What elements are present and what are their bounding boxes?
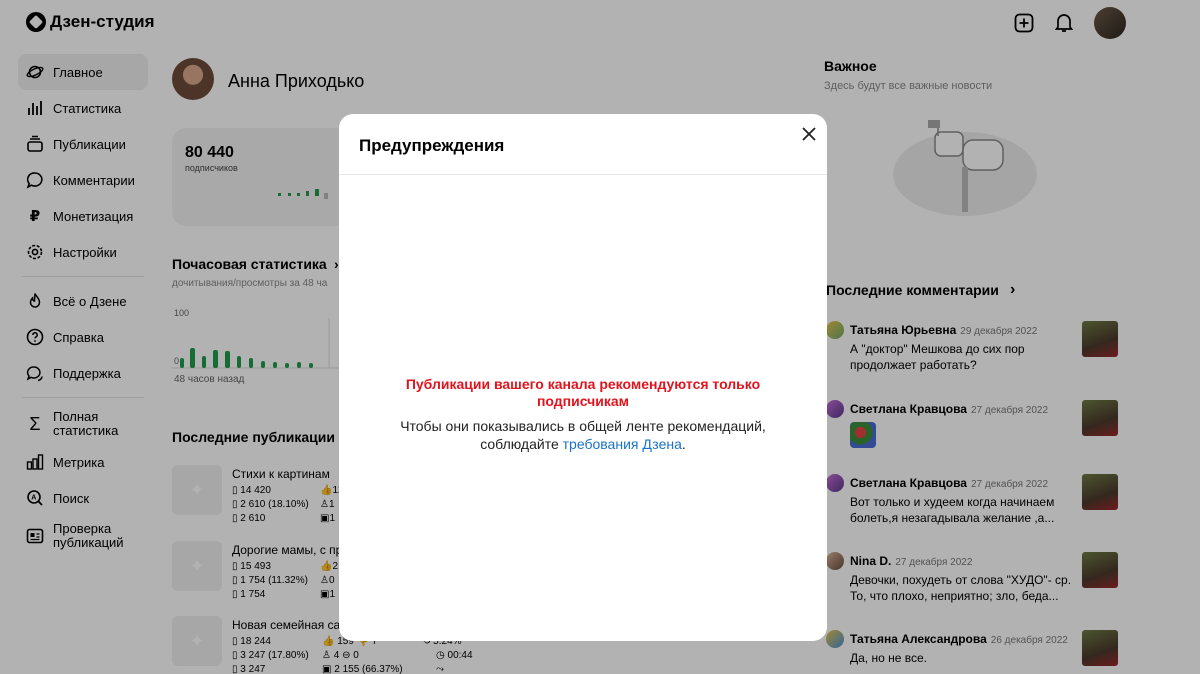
warnings-modal: Предупреждения Публикации вашего канала … xyxy=(339,114,827,641)
close-icon[interactable] xyxy=(798,123,820,145)
warning-text: Чтобы они показывались в общей ленте рек… xyxy=(369,417,797,453)
warning-title: Публикации вашего канала рекомендуются т… xyxy=(405,376,761,409)
modal-title: Предупреждения xyxy=(359,136,505,155)
zen-requirements-link[interactable]: требования Дзена xyxy=(563,436,682,452)
modal-divider xyxy=(339,174,827,175)
warning-end: . xyxy=(681,436,686,452)
